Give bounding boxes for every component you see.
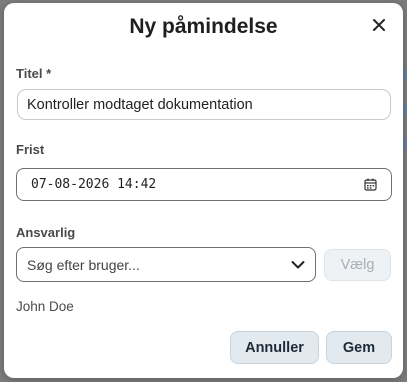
choose-user-button[interactable]: Vælg <box>324 249 391 281</box>
cancel-button[interactable]: Annuller <box>230 331 319 364</box>
title-input[interactable]: Kontroller modtaget dokumentation <box>17 89 391 120</box>
close-button[interactable] <box>369 15 389 35</box>
title-input-value: Kontroller modtaget dokumentation <box>27 96 253 113</box>
close-icon <box>373 19 385 31</box>
background-peek-strip <box>403 68 407 80</box>
calendar-icon[interactable] <box>364 178 377 191</box>
chevron-down-icon <box>291 260 305 268</box>
deadline-label: Frist <box>16 142 45 157</box>
background-peek-strip <box>403 138 407 150</box>
dialog-title: Ny påmindelse <box>129 15 278 38</box>
title-label: Titel * <box>16 66 52 81</box>
deadline-input-value: 07-08-2026 14:42 <box>31 177 157 192</box>
user-search-select[interactable]: Søg efter bruger... <box>16 247 316 282</box>
selected-user-name: John Doe <box>16 299 74 314</box>
reminder-dialog: Ny påmindelse Titel * Kontroller modtage… <box>4 3 403 378</box>
user-search-placeholder: Søg efter bruger... <box>27 256 140 273</box>
deadline-input[interactable]: 07-08-2026 14:42 <box>16 168 392 201</box>
background-peek-strip <box>403 104 407 116</box>
responsible-label: Ansvarlig <box>16 225 76 240</box>
save-button[interactable]: Gem <box>326 331 392 364</box>
